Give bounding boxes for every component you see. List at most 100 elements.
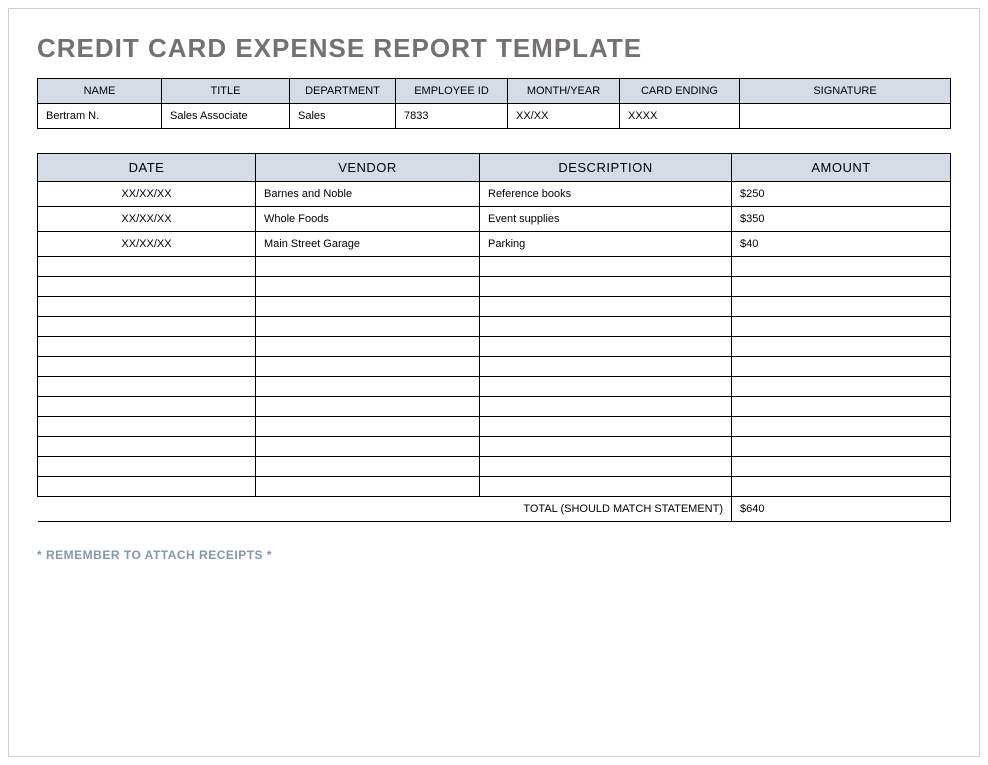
expense-cell-date[interactable] [38,357,256,377]
expense-cell-description[interactable] [480,417,732,437]
expense-cell-description[interactable] [480,257,732,277]
expense-cell-vendor[interactable]: Main Street Garage [256,232,480,257]
expense-total-row: TOTAL (SHOULD MATCH STATEMENT) $640 [38,497,951,522]
info-value-employee-id[interactable]: 7833 [396,104,508,129]
expense-cell-date[interactable] [38,477,256,497]
expense-header-vendor: VENDOR [256,154,480,182]
expense-cell-date[interactable] [38,457,256,477]
expense-cell-description[interactable] [480,297,732,317]
info-header-name: NAME [38,79,162,104]
expense-cell-amount[interactable] [732,297,951,317]
expense-cell-description[interactable] [480,457,732,477]
expense-cell-description[interactable]: Reference books [480,182,732,207]
expense-cell-description[interactable]: Parking [480,232,732,257]
expense-cell-date[interactable] [38,377,256,397]
expense-cell-description[interactable] [480,357,732,377]
expense-cell-date[interactable] [38,257,256,277]
expense-cell-amount[interactable] [732,357,951,377]
expense-cell-description[interactable] [480,277,732,297]
expense-row [38,257,951,277]
expense-cell-description[interactable] [480,377,732,397]
expense-cell-amount[interactable] [732,317,951,337]
expense-cell-vendor[interactable] [256,397,480,417]
expense-cell-description[interactable] [480,317,732,337]
expense-cell-vendor[interactable] [256,297,480,317]
expense-cell-date[interactable]: XX/XX/XX [38,182,256,207]
expense-cell-vendor[interactable] [256,457,480,477]
expense-cell-vendor[interactable] [256,337,480,357]
expense-cell-amount[interactable] [732,457,951,477]
expense-cell-date[interactable] [38,337,256,357]
expense-cell-date[interactable] [38,417,256,437]
info-value-row: Bertram N. Sales Associate Sales 7833 XX… [38,104,951,129]
info-value-department[interactable]: Sales [290,104,396,129]
expense-cell-amount[interactable] [732,277,951,297]
expense-cell-date[interactable] [38,317,256,337]
document-title: CREDIT CARD EXPENSE REPORT TEMPLATE [37,33,951,64]
expense-header-amount: AMOUNT [732,154,951,182]
page-container: CREDIT CARD EXPENSE REPORT TEMPLATE NAME… [8,8,980,757]
expense-row: XX/XX/XXWhole FoodsEvent supplies$350 [38,207,951,232]
expense-cell-amount[interactable] [732,437,951,457]
expense-cell-vendor[interactable] [256,377,480,397]
info-value-title[interactable]: Sales Associate [162,104,290,129]
expense-cell-amount[interactable] [732,337,951,357]
expense-row [38,337,951,357]
attach-receipts-reminder: * REMEMBER TO ATTACH RECEIPTS * [37,548,951,562]
expense-row [38,357,951,377]
expense-cell-amount[interactable] [732,257,951,277]
expense-cell-amount[interactable]: $350 [732,207,951,232]
employee-info-table: NAME TITLE DEPARTMENT EMPLOYEE ID MONTH/… [37,78,951,129]
info-value-signature[interactable] [740,104,951,129]
expense-cell-date[interactable]: XX/XX/XX [38,207,256,232]
expense-cell-description[interactable]: Event supplies [480,207,732,232]
expense-row [38,417,951,437]
expense-cell-vendor[interactable] [256,277,480,297]
expense-cell-vendor[interactable] [256,437,480,457]
expense-row [38,277,951,297]
expense-cell-vendor[interactable] [256,477,480,497]
info-header-employee-id: EMPLOYEE ID [396,79,508,104]
expense-cell-date[interactable] [38,397,256,417]
expense-row [38,297,951,317]
expense-cell-vendor[interactable]: Barnes and Noble [256,182,480,207]
expense-cell-date[interactable]: XX/XX/XX [38,232,256,257]
expense-cell-description[interactable] [480,337,732,357]
expense-row [38,477,951,497]
info-value-card-ending[interactable]: XXXX [620,104,740,129]
expense-cell-vendor[interactable] [256,317,480,337]
info-value-month-year[interactable]: XX/XX [508,104,620,129]
expense-cell-amount[interactable]: $250 [732,182,951,207]
expense-table: DATE VENDOR DESCRIPTION AMOUNT XX/XX/XXB… [37,153,951,522]
expense-row [38,377,951,397]
expense-cell-date[interactable] [38,297,256,317]
expense-header-description: DESCRIPTION [480,154,732,182]
expense-total-amount: $640 [732,497,951,522]
info-header-month-year: MONTH/YEAR [508,79,620,104]
expense-cell-amount[interactable]: $40 [732,232,951,257]
info-header-card-ending: CARD ENDING [620,79,740,104]
expense-total-label: TOTAL (SHOULD MATCH STATEMENT) [38,497,732,522]
expense-cell-vendor[interactable] [256,417,480,437]
expense-cell-description[interactable] [480,477,732,497]
expense-cell-description[interactable] [480,397,732,417]
info-header-department: DEPARTMENT [290,79,396,104]
expense-cell-description[interactable] [480,437,732,457]
info-header-title: TITLE [162,79,290,104]
expense-row [38,437,951,457]
expense-cell-amount[interactable] [732,417,951,437]
info-header-row: NAME TITLE DEPARTMENT EMPLOYEE ID MONTH/… [38,79,951,104]
expense-cell-date[interactable] [38,277,256,297]
expense-cell-amount[interactable] [732,477,951,497]
expense-cell-vendor[interactable] [256,257,480,277]
expense-cell-date[interactable] [38,437,256,457]
expense-row [38,457,951,477]
expense-cell-vendor[interactable] [256,357,480,377]
expense-cell-vendor[interactable]: Whole Foods [256,207,480,232]
expense-row: XX/XX/XXBarnes and NobleReference books$… [38,182,951,207]
expense-cell-amount[interactable] [732,397,951,417]
expense-cell-amount[interactable] [732,377,951,397]
expense-header-date: DATE [38,154,256,182]
info-value-name[interactable]: Bertram N. [38,104,162,129]
expense-row: XX/XX/XXMain Street GarageParking$40 [38,232,951,257]
